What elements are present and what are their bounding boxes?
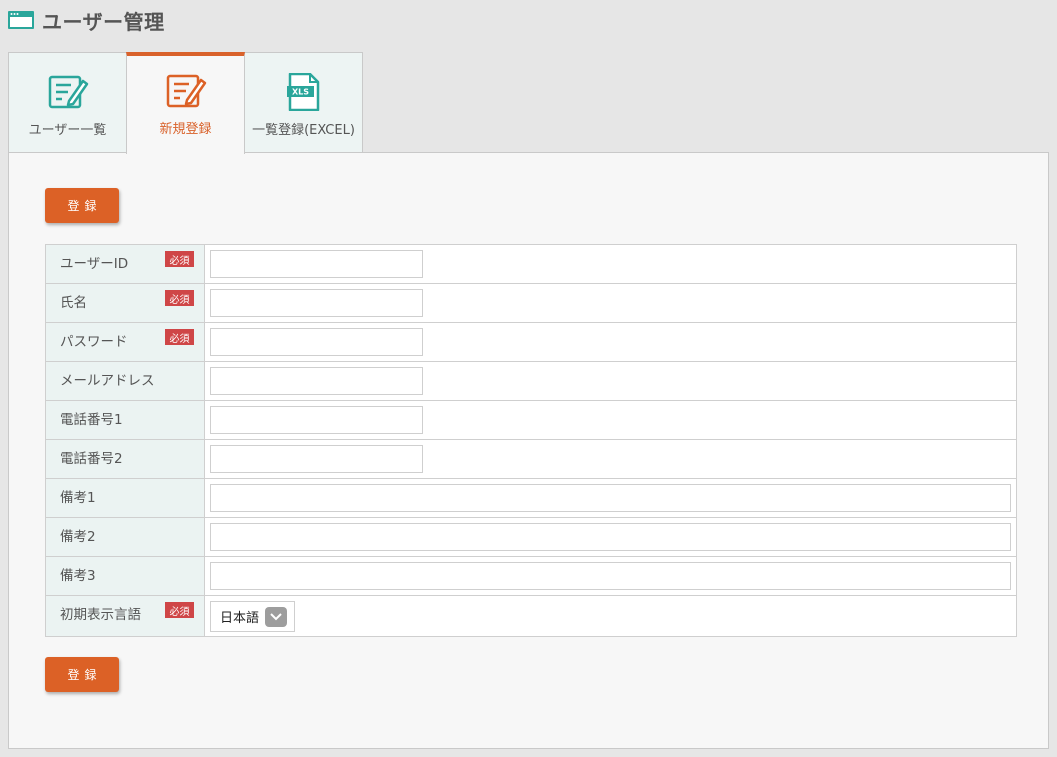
language-select-value: 日本語 [220,611,260,626]
required-badge: 必須 [165,329,194,345]
form-row-note1: 備考1 [45,478,1017,518]
edit-list-icon [48,75,88,109]
language-select[interactable]: 日本語 [210,601,295,632]
field-label: 氏名 [60,295,87,311]
field-label: パスワード [60,334,128,350]
chevron-down-icon [265,606,288,627]
page-header: ユーザー管理 [8,6,165,34]
field-label: 電話番号2 [60,451,123,467]
phone1-input[interactable] [210,406,423,434]
required-badge: 必須 [165,602,194,618]
svg-text:XLS: XLS [291,88,308,97]
window-icon [8,11,34,29]
note1-input[interactable] [210,484,1011,512]
edit-new-icon [166,74,206,108]
form-row-name: 氏名 必須 [45,283,1017,323]
note3-input[interactable] [210,562,1011,590]
xls-file-icon: XLS [286,73,319,111]
tab-new-registration[interactable]: 新規登録 [126,52,245,154]
note2-input[interactable] [210,523,1011,551]
tab-label: 新規登録 [159,122,212,137]
form-panel: 登録 ユーザーID 必須 氏名 必須 パスワード 必須 メールアドレス 電話番号… [8,152,1049,749]
page-title: ユーザー管理 [42,9,165,34]
tab-bulk-excel[interactable]: XLS 一覧登録(EXCEL) [244,52,363,153]
form-row-password: パスワード 必須 [45,322,1017,362]
form-row-language: 初期表示言語 必須 日本語 [45,595,1017,637]
form-row-note3: 備考3 [45,556,1017,596]
field-label: 初期表示言語 [60,607,141,623]
user-id-input[interactable] [210,250,423,278]
form-row-phone2: 電話番号2 [45,439,1017,479]
required-badge: 必須 [165,251,194,267]
form-row-user-id: ユーザーID 必須 [45,244,1017,284]
tab-label: 一覧登録(EXCEL) [252,123,355,138]
field-label: 電話番号1 [60,412,123,428]
field-label: 備考3 [60,568,96,584]
tab-bar: ユーザー一覧 新規登録 XLS 一覧登録(EXCEL) [8,52,363,154]
field-label: ユーザーID [60,256,129,272]
email-input[interactable] [210,367,423,395]
field-label: 備考2 [60,529,96,545]
form-row-phone1: 電話番号1 [45,400,1017,440]
field-label: メールアドレス [60,373,155,389]
password-input[interactable] [210,328,423,356]
required-badge: 必須 [165,290,194,306]
register-button-bottom[interactable]: 登録 [45,657,119,692]
form-row-note2: 備考2 [45,517,1017,557]
name-input[interactable] [210,289,423,317]
form-row-email: メールアドレス [45,361,1017,401]
register-button-top[interactable]: 登録 [45,188,119,223]
phone2-input[interactable] [210,445,423,473]
field-label: 備考1 [60,490,96,506]
tab-label: ユーザー一覧 [28,123,107,138]
user-form-table: ユーザーID 必須 氏名 必須 パスワード 必須 メールアドレス 電話番号1 電… [45,244,1017,637]
tab-user-list[interactable]: ユーザー一覧 [8,52,127,153]
